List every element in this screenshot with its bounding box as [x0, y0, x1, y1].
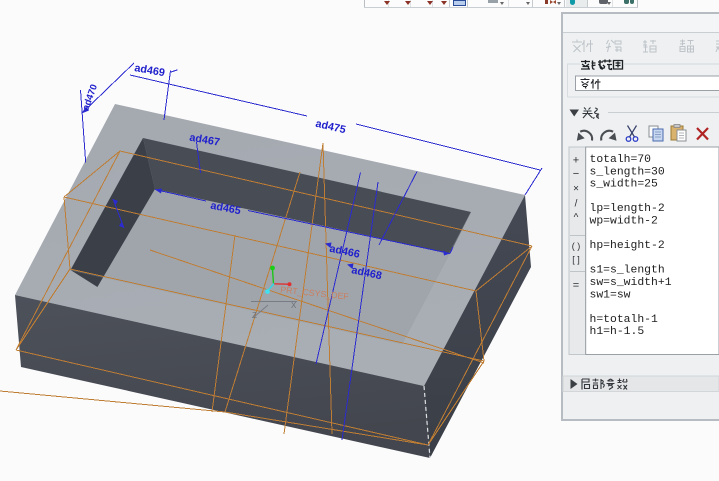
svg-text:s1=s_length: s1=s_length [590, 265, 665, 277]
svg-text:hp=height-2: hp=height-2 [590, 240, 665, 252]
svg-text:( ): ( ) [572, 241, 581, 251]
svg-text:sw=s_width+1: sw=s_width+1 [590, 277, 672, 289]
svg-text:^: ^ [574, 213, 579, 224]
svg-text:/: / [575, 199, 578, 210]
svg-text:s_width=25: s_width=25 [590, 179, 659, 191]
svg-text:wp=width-2: wp=width-2 [590, 216, 659, 228]
svg-text:totalh=70: totalh=70 [590, 154, 652, 166]
svg-text:+: + [573, 155, 579, 167]
svg-text:lp=length-2: lp=length-2 [590, 203, 665, 215]
svg-text:×: × [573, 184, 579, 195]
svg-text:s_length=30: s_length=30 [590, 166, 665, 178]
svg-text:sw1=sw: sw1=sw [590, 289, 631, 301]
svg-text:[ ]: [ ] [572, 255, 580, 265]
svg-text:h=totalh-1: h=totalh-1 [590, 314, 659, 326]
svg-text:h1=h-1.5: h1=h-1.5 [590, 326, 645, 338]
svg-text:=: = [573, 280, 579, 292]
svg-text:−: − [573, 168, 579, 180]
